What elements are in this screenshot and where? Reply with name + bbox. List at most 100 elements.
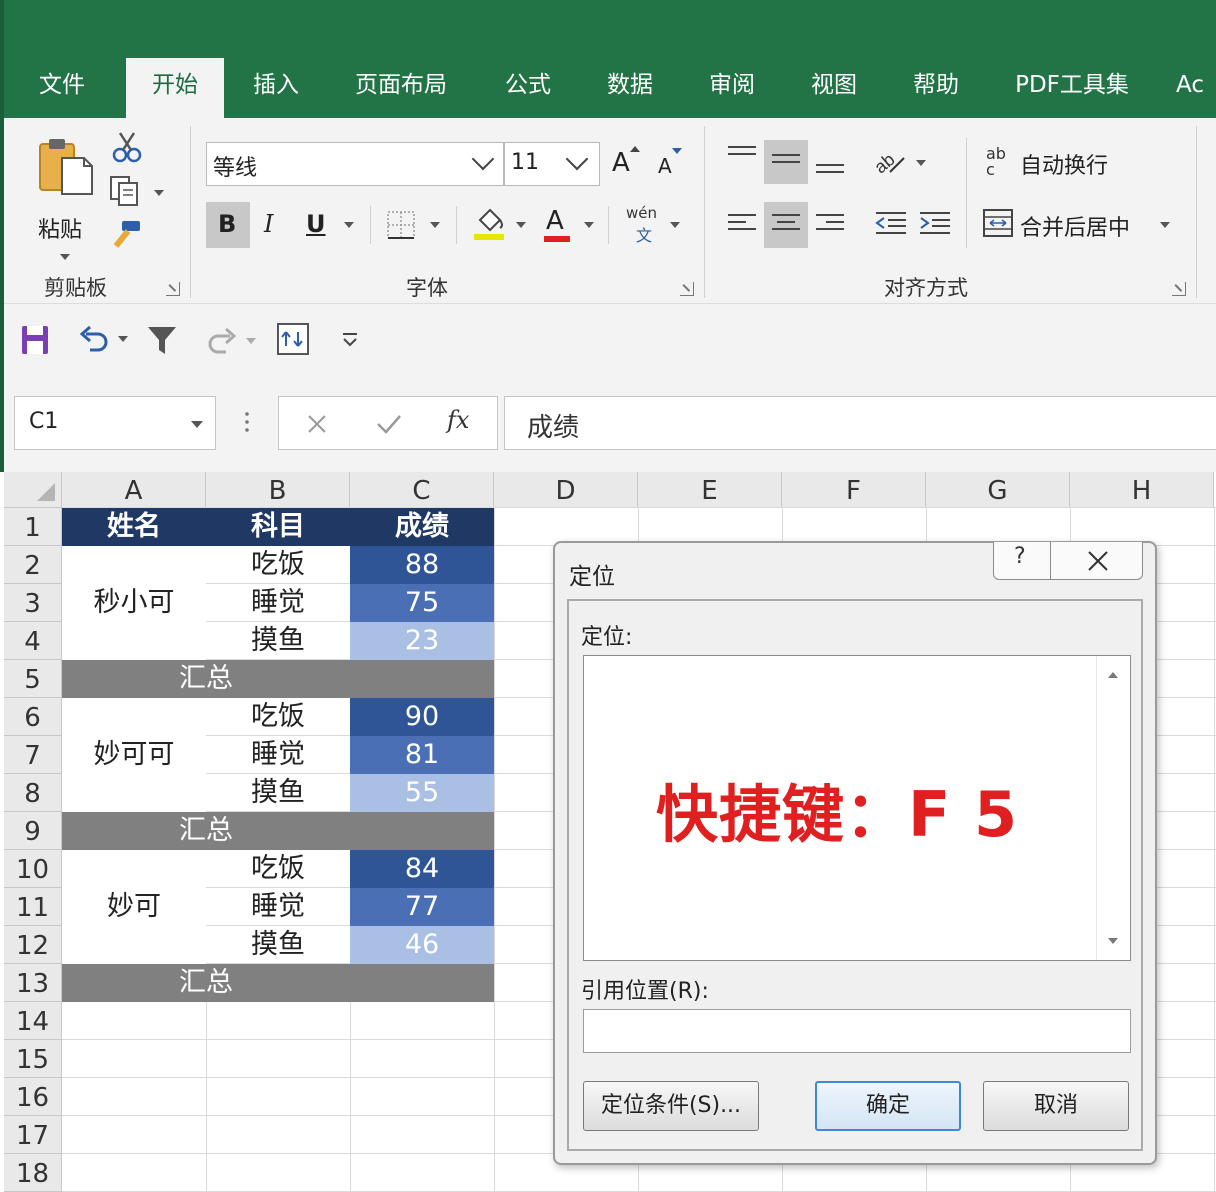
borders-icon[interactable] [386,210,416,240]
row-header-17[interactable]: 17 [4,1116,62,1154]
score-cell[interactable]: 23 [350,622,494,660]
decrease-indent-icon[interactable] [874,210,908,236]
scroll-down-arrow[interactable] [1108,938,1118,944]
score-cell[interactable]: 55 [350,774,494,812]
more-options-icon[interactable] [242,410,252,438]
goto-list[interactable]: 快捷键：F 5 [583,655,1131,961]
column-header-g[interactable]: G [926,472,1070,508]
align-left-icon[interactable] [728,214,756,234]
redo-dropdown-caret[interactable] [246,338,256,344]
score-cell[interactable]: 84 [350,850,494,888]
list-scrollbar[interactable] [1096,656,1130,960]
tab-acrobat[interactable]: Ac [1176,58,1216,118]
wrap-text-button[interactable]: 自动换行 [1020,148,1108,180]
subject-cell[interactable]: 睡觉 [206,736,350,774]
subject-cell[interactable]: 吃饭 [206,698,350,736]
merge-center-icon[interactable] [982,208,1014,238]
row-header-3[interactable]: 3 [4,584,62,622]
subject-cell[interactable]: 摸鱼 [206,774,350,812]
tab-help[interactable]: 帮助 [898,58,974,118]
row-header-10[interactable]: 10 [4,850,62,888]
customize-qat-icon[interactable] [340,330,360,350]
fill-color-dropdown-caret[interactable] [516,222,526,228]
row-header-5[interactable]: 5 [4,660,62,698]
tab-data[interactable]: 数据 [592,58,668,118]
table-header-cell[interactable]: 成绩 [350,508,494,546]
tab-file[interactable]: 文件 [22,58,102,118]
underline-button[interactable]: U [306,210,326,238]
merge-dropdown-caret[interactable] [1160,222,1170,228]
bold-button[interactable]: B [206,202,250,248]
font-name-combo[interactable]: 等线 [206,142,504,186]
name-cell[interactable]: 妙可可 [62,698,206,812]
tab-review[interactable]: 审阅 [694,58,770,118]
font-color-button[interactable]: A [546,206,564,236]
close-icon[interactable] [1086,550,1110,572]
special-button[interactable]: 定位条件(S)... [583,1081,759,1131]
row-header-13[interactable]: 13 [4,964,62,1002]
row-header-1[interactable]: 1 [4,508,62,546]
insert-function-button[interactable]: fx [447,406,469,434]
align-right-icon[interactable] [816,214,844,234]
font-size-combo[interactable]: 11 [504,142,600,186]
row-header-11[interactable]: 11 [4,888,62,926]
filter-icon[interactable] [146,324,178,356]
merge-center-button[interactable]: 合并后居中 [1020,210,1130,242]
column-header-b[interactable]: B [206,472,350,508]
top-align-icon[interactable] [728,146,756,166]
alignment-dialog-launcher[interactable] [1172,282,1186,296]
summary-value-cell[interactable] [350,812,494,850]
tab-page-layout[interactable]: 页面布局 [346,58,456,118]
table-header-cell[interactable]: 科目 [206,508,350,546]
borders-dropdown-caret[interactable] [430,222,440,228]
summary-label-cell[interactable]: 汇总 [62,660,350,698]
tab-home[interactable]: 开始 [126,58,224,118]
table-header-cell[interactable]: 姓名 [62,508,206,546]
column-header-e[interactable]: E [638,472,782,508]
row-header-6[interactable]: 6 [4,698,62,736]
clipboard-dialog-launcher[interactable] [166,282,180,296]
sort-custom-icon[interactable] [276,322,310,356]
row-header-12[interactable]: 12 [4,926,62,964]
row-header-2[interactable]: 2 [4,546,62,584]
increase-indent-icon[interactable] [918,210,952,236]
subject-cell[interactable]: 睡觉 [206,888,350,926]
undo-dropdown-caret[interactable] [118,336,128,342]
subject-cell[interactable]: 睡觉 [206,584,350,622]
cancel-entry-icon[interactable] [305,412,329,436]
score-cell[interactable]: 81 [350,736,494,774]
font-color-dropdown-caret[interactable] [584,222,594,228]
summary-value-cell[interactable] [350,660,494,698]
paste-button[interactable]: 粘贴 [30,132,100,260]
score-cell[interactable]: 46 [350,926,494,964]
shrink-font-button[interactable]: A [658,154,672,178]
undo-icon[interactable] [78,324,110,352]
column-header-f[interactable]: F [782,472,926,508]
phonetic-dropdown-caret[interactable] [670,222,680,228]
fill-color-icon[interactable] [472,206,506,242]
tab-pdf-tools[interactable]: PDF工具集 [1004,58,1140,118]
tab-view[interactable]: 视图 [796,58,872,118]
phonetic-bottom[interactable]: 文 [636,222,652,246]
subject-cell[interactable]: 摸鱼 [206,622,350,660]
row-header-18[interactable]: 18 [4,1154,62,1192]
column-header-d[interactable]: D [494,472,638,508]
row-header-14[interactable]: 14 [4,1002,62,1040]
score-cell[interactable]: 88 [350,546,494,584]
formula-input[interactable]: 成绩 [504,396,1216,450]
summary-label-cell[interactable]: 汇总 [62,812,350,850]
copy-dropdown-caret[interactable] [154,190,164,196]
reference-input[interactable] [583,1009,1131,1053]
cut-icon[interactable] [110,130,144,164]
phonetic-top[interactable]: wén [626,204,657,222]
help-button[interactable]: ? [1014,544,1026,569]
select-all-corner[interactable] [4,472,62,508]
middle-align-button[interactable] [764,140,808,184]
summary-value-cell[interactable] [350,964,494,1002]
name-box[interactable]: C1 [14,396,216,450]
tab-insert[interactable]: 插入 [236,58,316,118]
confirm-entry-icon[interactable] [375,412,403,436]
score-cell[interactable]: 75 [350,584,494,622]
summary-label-cell[interactable]: 汇总 [62,964,350,1002]
center-align-button[interactable] [764,202,808,248]
